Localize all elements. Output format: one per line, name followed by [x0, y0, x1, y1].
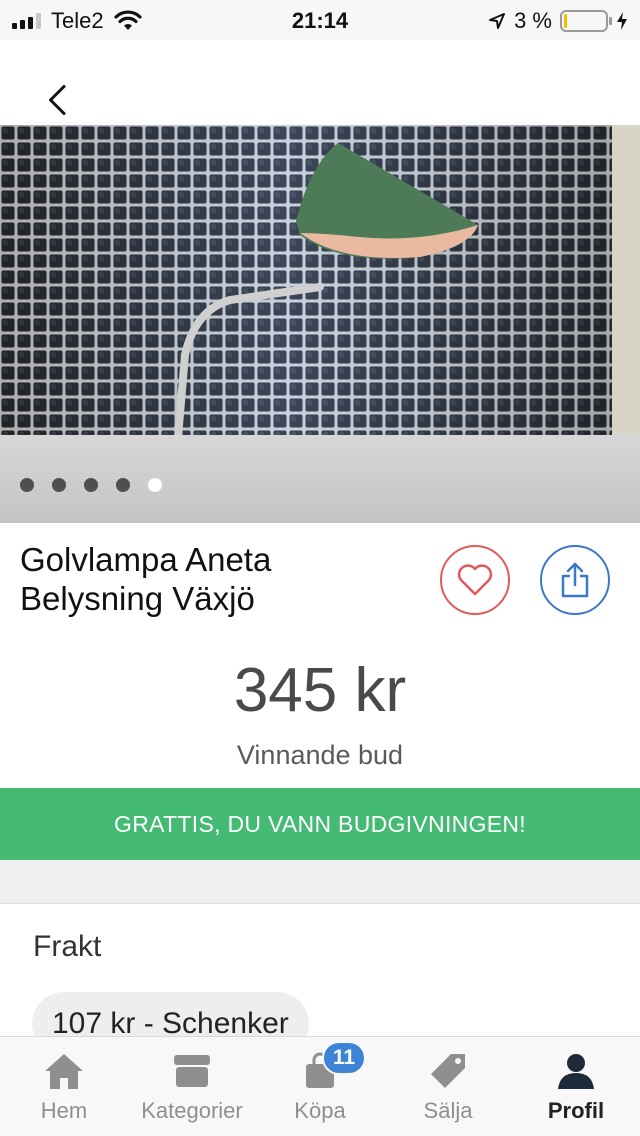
profile-icon	[558, 1054, 594, 1089]
tab-label: Kategorier	[141, 1098, 243, 1123]
tab-label: Sälja	[423, 1098, 473, 1123]
tab-salja[interactable]: Sälja	[384, 1037, 512, 1136]
tab-hem[interactable]: Hem	[0, 1037, 128, 1136]
tab-label: Hem	[40, 1098, 88, 1123]
cart-badge: 11	[322, 1041, 366, 1075]
tab-label: Köpa	[294, 1098, 346, 1123]
listing-title-line2: Belysning Växjö	[20, 580, 255, 617]
price-value: 345 kr	[233, 656, 407, 725]
page-dot[interactable]	[20, 478, 34, 492]
listing-title-line1: Golvlampa Aneta	[20, 541, 272, 578]
home-icon	[45, 1054, 83, 1089]
product-photo	[0, 125, 640, 441]
tab-kopa[interactable]: 11 Köpa	[256, 1037, 384, 1136]
image-gallery[interactable]	[0, 125, 640, 523]
price-label: Vinnande bud	[236, 740, 404, 770]
tab-label: Profil	[547, 1098, 605, 1123]
section-divider	[0, 860, 640, 904]
heart-icon	[457, 564, 493, 596]
tab-kategorier[interactable]: Kategorier	[128, 1037, 256, 1136]
charging-bolt-icon	[617, 12, 627, 30]
listing-title: Golvlampa Aneta Belysning Växjö	[20, 540, 420, 618]
share-icon	[561, 562, 589, 598]
page-dot-active[interactable]	[148, 478, 162, 492]
favorite-button[interactable]	[440, 545, 510, 615]
shipping-title: Frakt	[33, 930, 102, 963]
status-bar: Tele2 21:14 3 %	[0, 0, 640, 40]
page-dot[interactable]	[84, 478, 98, 492]
box-icon	[174, 1055, 210, 1087]
nav-header	[0, 40, 640, 125]
location-arrow-icon	[489, 13, 506, 29]
back-arrow-icon[interactable]	[40, 76, 88, 124]
tab-profil[interactable]: Profil	[512, 1037, 640, 1136]
page-dot[interactable]	[52, 478, 66, 492]
battery-percent: 3 %	[514, 8, 552, 33]
tab-bar: Hem Kategorier 11 Köpa Sälja Profil	[0, 1036, 640, 1136]
win-banner: GRATTIS, DU VANN BUDGIVNINGEN!	[0, 788, 640, 860]
tag-icon	[431, 1054, 465, 1088]
share-button[interactable]	[540, 545, 610, 615]
page-dot[interactable]	[116, 478, 130, 492]
page-indicator[interactable]	[20, 478, 162, 492]
battery-icon	[560, 10, 612, 32]
